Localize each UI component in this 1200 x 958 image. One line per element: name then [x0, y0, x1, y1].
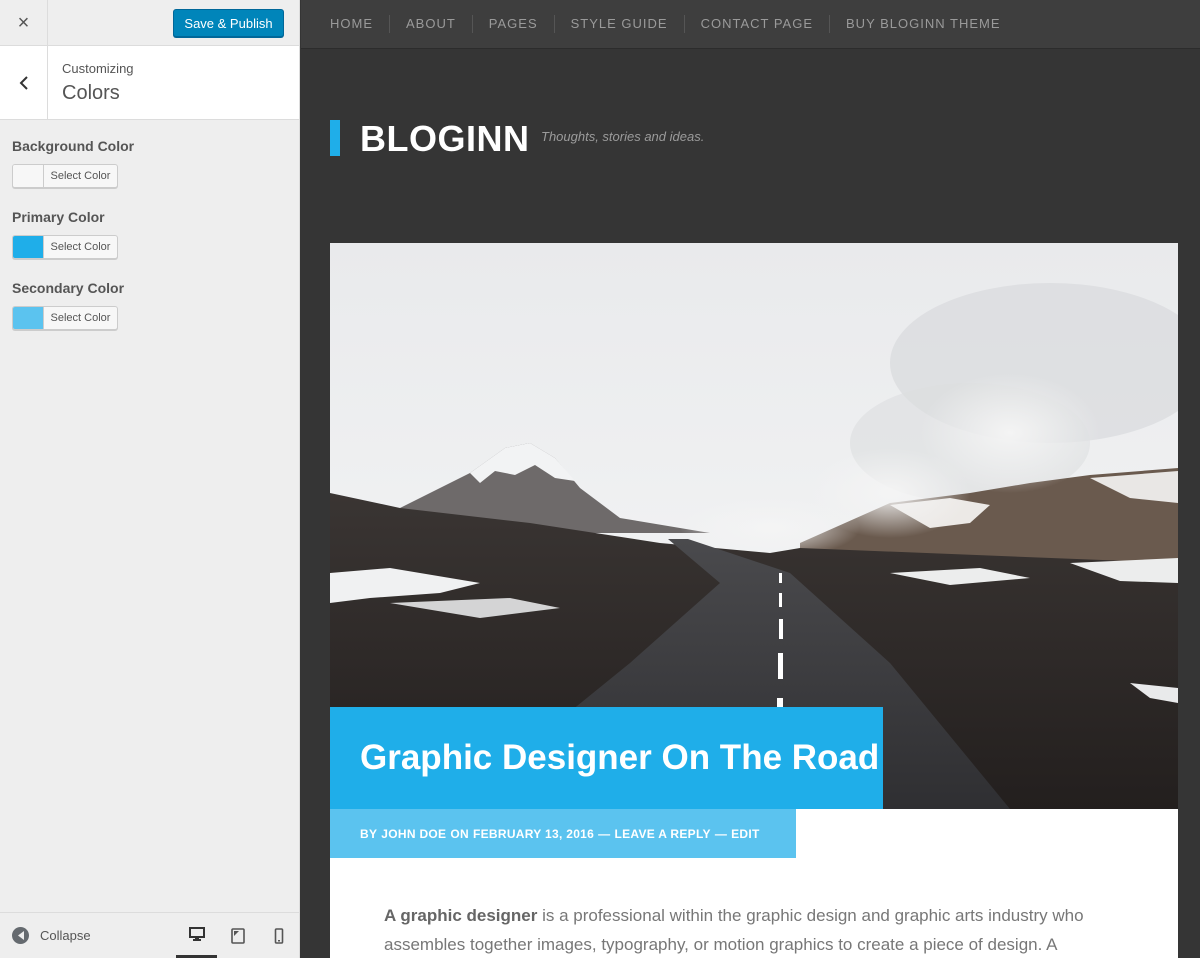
excerpt-strong: A graphic designer [384, 906, 538, 925]
customizer-footer: Collapse [0, 912, 299, 958]
site-preview: HOME ABOUT PAGES STYLE GUIDE CONTACT PAG… [301, 0, 1200, 958]
background-color-swatch [13, 165, 44, 187]
site-title-accent [330, 120, 340, 156]
secondary-color-label: Secondary Color [12, 280, 125, 296]
select-color-text: Select Color [50, 312, 111, 324]
primary-navigation: HOME ABOUT PAGES STYLE GUIDE CONTACT PAG… [301, 0, 1200, 49]
nav-item-home[interactable]: HOME [314, 15, 390, 33]
chevron-left-icon [19, 75, 28, 90]
background-color-picker[interactable]: Select Color [12, 164, 118, 188]
edit-link[interactable]: EDIT [731, 827, 760, 841]
post-meta: BY JOHN DOE ON FEBRUARY 13, 2016 — LEAVE… [330, 809, 796, 858]
primary-color-label: Primary Color [12, 209, 105, 225]
site-tagline: Thoughts, stories and ideas. [541, 129, 705, 144]
section-header: Customizing Colors [0, 46, 299, 120]
leave-reply-link[interactable]: LEAVE A REPLY [614, 827, 710, 841]
nav-item-style-guide[interactable]: STYLE GUIDE [555, 15, 685, 33]
post-date-link[interactable]: FEBRUARY 13, 2016 [473, 827, 594, 841]
desktop-icon [188, 927, 205, 941]
close-customizer-button[interactable]: × [0, 0, 48, 46]
primary-color-swatch [13, 236, 44, 258]
tablet-icon [230, 928, 245, 944]
back-button[interactable] [0, 46, 48, 119]
preview-tablet-button[interactable] [217, 913, 258, 958]
meta-by: BY [360, 826, 378, 841]
collapse-label: Collapse [40, 928, 91, 943]
collapse-arrow-icon [12, 927, 29, 944]
customizer-sidebar: × Save & Publish Customizing Colors Back… [0, 0, 300, 958]
select-color-text: Select Color [50, 241, 111, 253]
post-title[interactable]: Graphic Designer On The Road [360, 738, 879, 778]
customizer-header: × Save & Publish [0, 0, 299, 46]
secondary-color-swatch [13, 307, 44, 329]
select-color-text: Select Color [50, 170, 111, 182]
meta-separator: — [714, 826, 728, 841]
post-title-box: Graphic Designer On The Road [330, 707, 883, 809]
nav-item-buy-theme[interactable]: BUY BLOGINN THEME [830, 15, 1017, 33]
background-color-label: Background Color [12, 138, 135, 154]
section-title: Colors [62, 82, 120, 104]
author-link[interactable]: JOHN DOE [381, 827, 446, 841]
primary-color-picker[interactable]: Select Color [12, 235, 118, 259]
nav-item-contact-page[interactable]: CONTACT PAGE [685, 15, 831, 33]
secondary-color-picker[interactable]: Select Color [12, 306, 118, 330]
nav-item-pages[interactable]: PAGES [473, 15, 555, 33]
post-excerpt: A graphic designer is a professional wit… [384, 901, 1124, 958]
site-title[interactable]: BLOGINN [360, 118, 530, 160]
collapse-button[interactable]: Collapse [12, 927, 91, 944]
nav-item-about[interactable]: ABOUT [390, 15, 473, 33]
meta-separator: — [598, 826, 611, 841]
preview-mobile-button[interactable] [258, 913, 299, 958]
save-publish-button[interactable]: Save & Publish [173, 9, 284, 37]
mobile-icon [274, 928, 283, 944]
close-icon: × [17, 11, 30, 34]
meta-on: ON [450, 826, 469, 841]
breadcrumb: Customizing [62, 61, 134, 76]
preview-desktop-button[interactable] [176, 913, 217, 958]
